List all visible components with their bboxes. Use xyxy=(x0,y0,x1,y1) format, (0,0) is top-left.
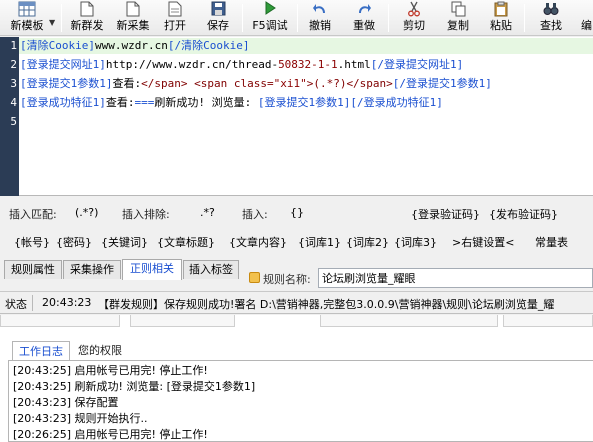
redo-arrow-icon xyxy=(349,1,379,17)
insert-exclude-label: 插入排除: xyxy=(122,208,170,221)
toolbar-separator xyxy=(524,4,525,32)
tab-rule-properties[interactable]: 规则属性 xyxy=(4,260,62,279)
line-number: 5 xyxy=(10,115,17,128)
log-entry: [20:43:25] 刷新成功! 浏览量: [登录提交1参数1] xyxy=(13,380,256,393)
work-log-list[interactable]: [20:43:25] 启用帐号已用完! 停止工作! [20:43:25] 刷新成… xyxy=(8,360,593,442)
binoculars-icon xyxy=(536,1,566,17)
toolbar-separator xyxy=(242,4,243,32)
constants-table-link[interactable]: 常量表 xyxy=(535,234,568,250)
save-button[interactable]: 保存 xyxy=(203,1,233,35)
log-entry: [20:43:25] 启用帐号已用完! 停止工作! xyxy=(13,364,208,377)
floppy-disk-icon xyxy=(203,1,233,17)
right-click-settings-link[interactable]: >右键设置< xyxy=(452,234,514,250)
main-toolbar: 新模板 ▼ 新群发 新采集 打开 保存 F5调试 撤销 重做 剪切 复制 粘贴 … xyxy=(0,0,593,36)
f5-debug-button[interactable]: F5调试 xyxy=(247,1,293,35)
line-number: 4 xyxy=(10,96,17,109)
copy-icon xyxy=(443,1,473,17)
rule-name-icon xyxy=(249,272,260,283)
toolbar-separator xyxy=(388,4,389,32)
hidden-panel-edge xyxy=(503,315,593,327)
code-line[interactable]: [登录成功特征1]查看:===刷新成功! 浏览量: [登录提交1参数1][/登录… xyxy=(20,95,443,111)
cut-button[interactable]: 剪切 xyxy=(399,1,429,35)
scissors-icon xyxy=(399,1,429,17)
rule-name-label: 规则名称: xyxy=(263,273,311,286)
more-icon xyxy=(581,1,593,17)
hidden-panel-edge xyxy=(0,315,120,327)
publish-captcha-token[interactable]: {发布验证码} xyxy=(489,206,558,222)
paste-button[interactable]: 粘贴 xyxy=(486,1,516,35)
toolbar-separator xyxy=(297,4,298,32)
code-line[interactable]: [登录提交1参数1]查看:</span> <span class="xi1">(… xyxy=(20,76,492,92)
insert-label: 插入: xyxy=(242,208,268,221)
dropdown-arrow-icon[interactable]: ▼ xyxy=(49,18,55,27)
token-wordbank-3[interactable]: {词库3} xyxy=(394,234,437,250)
clipboard-icon xyxy=(486,1,516,17)
new-template-button[interactable]: 新模板 xyxy=(4,1,50,35)
open-button[interactable]: 打开 xyxy=(160,1,190,35)
login-captcha-token[interactable]: {登录验证码} xyxy=(411,206,480,222)
new-document-icon xyxy=(67,1,107,17)
status-message: 【群发规则】保存规则成功!署名 D:\营销神器,完整包3.0.0.9\营销神器\… xyxy=(98,298,555,311)
code-line[interactable]: [清除Cookie]www.wzdr.cn[/清除Cookie] xyxy=(20,38,249,54)
line-number-gutter: 1 2 3 4 5 xyxy=(0,37,19,196)
log-panel: 工作日志 您的权限 [20:43:25] 启用帐号已用完! 停止工作! [20:… xyxy=(0,315,593,442)
token-keyword[interactable]: {关键词} xyxy=(101,234,148,250)
line-number: 1 xyxy=(10,39,17,52)
copy-button[interactable]: 复制 xyxy=(443,1,473,35)
tab-collect-operations[interactable]: 采集操作 xyxy=(63,260,121,279)
insert-value[interactable]: {} xyxy=(290,206,304,219)
tab-regex-related[interactable]: 正则相关 xyxy=(122,259,182,280)
tab-insert-tags[interactable]: 插入标签 xyxy=(183,260,239,279)
token-account[interactable]: {帐号} xyxy=(14,234,50,250)
log-entry: [20:26:25] 启用帐号已用完! 停止工作! xyxy=(13,428,208,441)
status-time: 20:43:23 xyxy=(42,296,92,309)
code-line[interactable]: [登录提交网址1]http://www.wzdr.cn/thread-50832… xyxy=(20,57,463,73)
token-wordbank-2[interactable]: {词库2} xyxy=(346,234,389,250)
grid-table-icon xyxy=(4,1,50,17)
new-collect-button[interactable]: 新采集 xyxy=(112,1,154,35)
insert-match-label: 插入匹配: xyxy=(9,208,57,221)
token-password[interactable]: {密码} xyxy=(56,234,92,250)
more-button[interactable]: 编 xyxy=(581,1,593,35)
line-number: 2 xyxy=(10,58,17,71)
redo-button[interactable]: 重做 xyxy=(349,1,379,35)
open-folder-icon xyxy=(160,1,190,17)
token-article-title[interactable]: {文章标题} xyxy=(157,234,215,250)
tab-your-permissions[interactable]: 您的权限 xyxy=(72,341,128,361)
find-button[interactable]: 查找 xyxy=(536,1,566,35)
play-icon xyxy=(247,1,293,17)
new-document-icon xyxy=(112,1,154,17)
insert-panel: 插入匹配: (.*?) 插入排除: .*? 插入: {} {登录验证码} {发布… xyxy=(0,197,593,259)
hidden-panel-edge xyxy=(320,315,498,327)
insert-match-value[interactable]: (.*?) xyxy=(75,206,98,219)
hidden-panel-edge xyxy=(130,315,235,327)
code-editor[interactable]: 1 2 3 4 5 [清除Cookie]www.wzdr.cn[/清除Cooki… xyxy=(0,37,593,196)
settings-tab-row: 规则属性 采集操作 正则相关 插入标签 规则名称: xyxy=(0,259,593,292)
tab-work-log[interactable]: 工作日志 xyxy=(12,341,70,361)
log-entry: [20:43:23] 规则开始执行.. xyxy=(13,412,148,425)
undo-arrow-icon xyxy=(305,1,335,17)
toolbar-separator xyxy=(61,4,62,32)
insert-exclude-value[interactable]: .*? xyxy=(200,206,215,219)
log-entry: [20:43:23] 保存配置 xyxy=(13,396,119,409)
status-divider xyxy=(32,295,33,311)
undo-button[interactable]: 撤销 xyxy=(305,1,335,35)
token-wordbank-1[interactable]: {词库1} xyxy=(298,234,341,250)
rule-name-input[interactable] xyxy=(318,268,593,288)
line-number: 3 xyxy=(10,77,17,90)
new-publish-button[interactable]: 新群发 xyxy=(67,1,107,35)
status-label: 状态 xyxy=(5,298,27,311)
status-bar: 状态 20:43:23 【群发规则】保存规则成功!署名 D:\营销神器,完整包3… xyxy=(0,293,593,314)
token-article-content[interactable]: {文章内容} xyxy=(229,234,287,250)
